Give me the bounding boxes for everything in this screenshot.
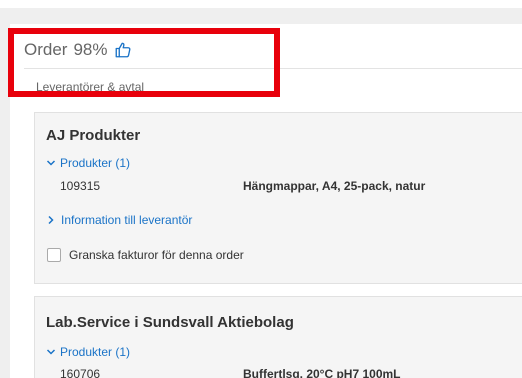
products-toggle-label: Produkter (1) [60, 156, 131, 170]
supplier-card: AJ Produkter Produkter (1) 109315 Hängma… [34, 112, 522, 284]
order-page: Order 98% Leverantörer & avtal AJ Produk… [0, 0, 522, 378]
products-toggle[interactable]: Produkter (1) [46, 345, 130, 359]
products-toggle-label: Produkter (1) [60, 345, 131, 359]
top-strip [0, 0, 522, 8]
top-band [0, 8, 522, 24]
supplier-info-link[interactable]: Information till leverantör [46, 213, 192, 227]
chevron-right-icon [48, 215, 54, 225]
product-number: 160706 [60, 367, 101, 378]
product-name: Buffertlsg, 20°C pH7 100mL [243, 367, 401, 378]
products-toggle[interactable]: Produkter (1) [46, 156, 130, 170]
supplier-name: Lab.Service i Sundsvall Aktiebolag [46, 314, 294, 331]
review-invoices-row[interactable]: Granska fakturor för denna order [47, 248, 244, 262]
product-number: 109315 [60, 179, 101, 193]
chevron-down-icon [46, 160, 56, 166]
supplier-info-label: Information till leverantör [61, 213, 193, 227]
highlight-annotation [8, 28, 280, 97]
review-invoices-checkbox[interactable] [47, 248, 61, 262]
chevron-down-icon [46, 349, 56, 355]
product-name: Hängmappar, A4, 25-pack, natur [243, 179, 426, 193]
supplier-name: AJ Produkter [46, 127, 141, 144]
supplier-card: Lab.Service i Sundsvall Aktiebolag Produ… [34, 296, 522, 378]
review-invoices-label: Granska fakturor för denna order [69, 248, 244, 262]
